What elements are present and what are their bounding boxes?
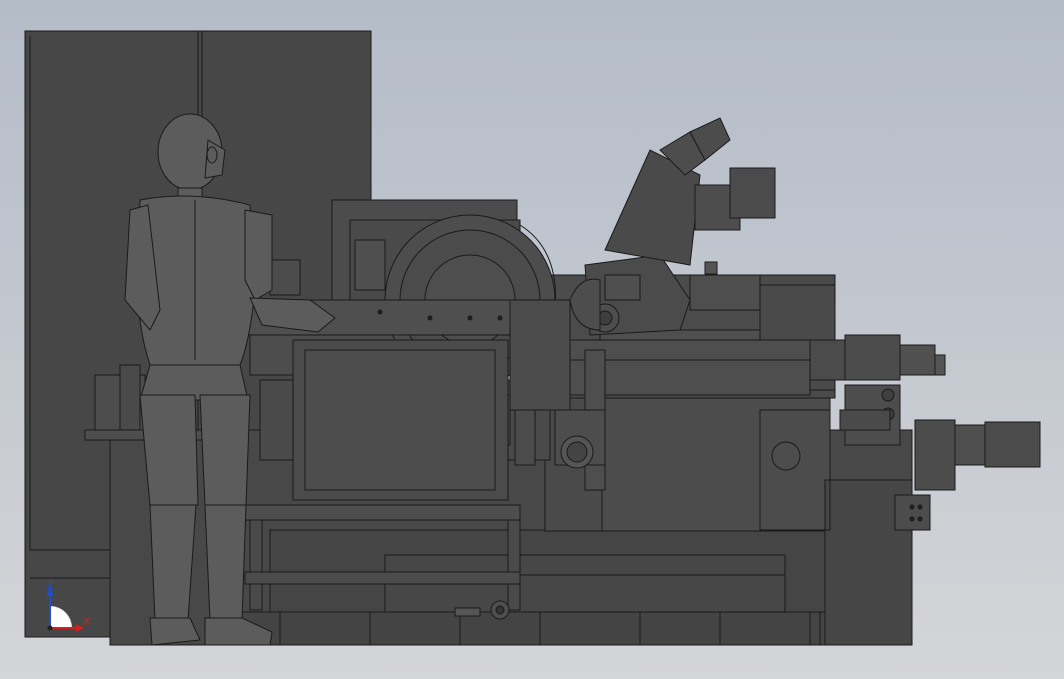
grinding-head-right[interactable] (569, 117, 776, 336)
x-axis-label: X (83, 615, 91, 628)
z-axis-label: Z (46, 579, 54, 592)
axis-triad: Z X (40, 578, 100, 638)
graphics-viewport[interactable]: Z X (0, 0, 1064, 679)
machine-assembly-model[interactable] (0, 0, 1064, 679)
